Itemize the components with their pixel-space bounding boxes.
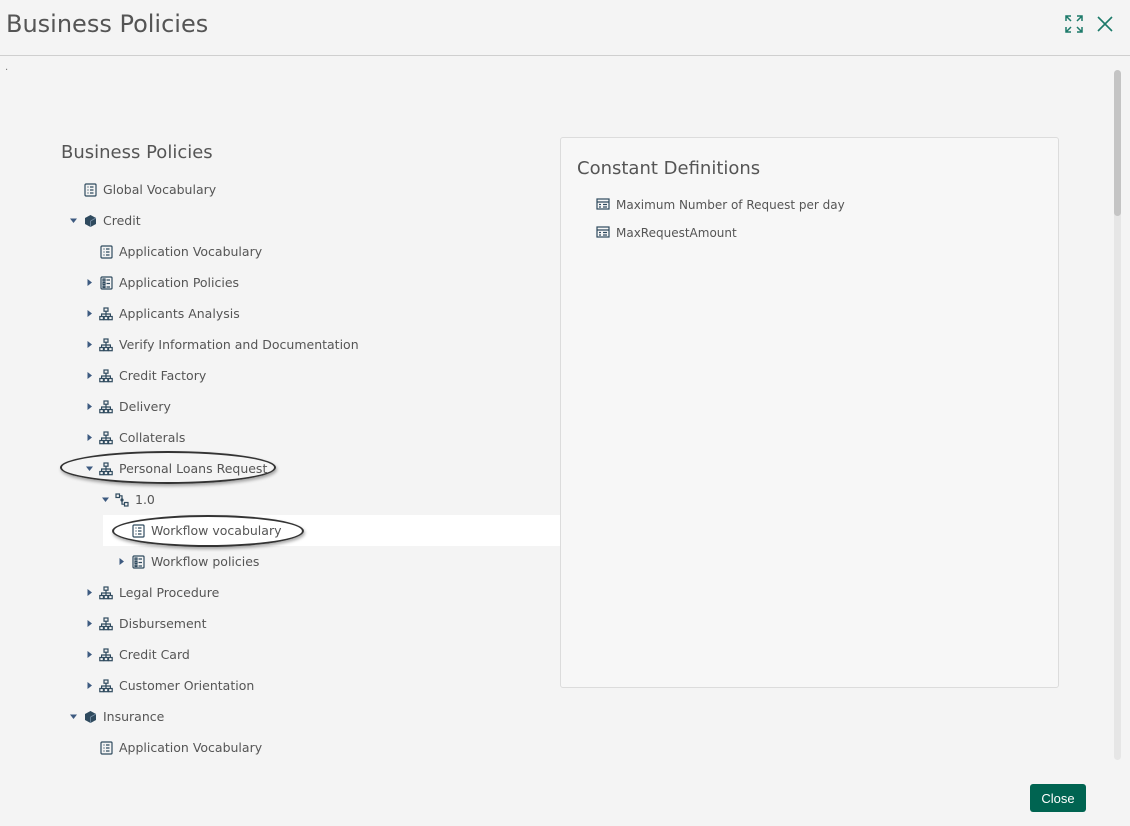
hierarchy-icon	[99, 647, 113, 662]
tree-item-label: Workflow policies	[151, 554, 260, 569]
hierarchy-icon	[99, 337, 113, 352]
hierarchy-icon	[99, 368, 113, 383]
tree-item[interactable]: Verify Information and Documentation	[83, 329, 359, 360]
tree-item-label: Collaterals	[119, 430, 186, 445]
collapsed-arrow-icon[interactable]	[83, 587, 95, 599]
constant-item-label: Maximum Number of Request per day	[616, 198, 845, 212]
collapsed-arrow-icon[interactable]	[83, 649, 95, 661]
tree-item[interactable]: Insurance	[67, 701, 164, 732]
tree-item-label: Delivery	[119, 399, 171, 414]
dialog-title: Business Policies	[6, 10, 209, 38]
tree-item[interactable]: Application Vocabulary	[83, 236, 262, 267]
collapsed-arrow-icon[interactable]	[83, 370, 95, 382]
tree-item[interactable]: Credit Factory	[83, 360, 206, 391]
tree-item-label: Global Vocabulary	[103, 182, 217, 197]
stray-dot: .	[5, 62, 9, 73]
vocabulary-icon	[83, 182, 97, 197]
expanded-arrow-icon[interactable]	[67, 711, 79, 723]
hierarchy-icon	[99, 306, 113, 321]
tree-item[interactable]: Applicants Analysis	[83, 298, 240, 329]
tree-item-label: Insurance	[103, 709, 165, 724]
constant-item-label: MaxRequestAmount	[616, 226, 737, 240]
tree-item-label: Applicants Analysis	[119, 306, 240, 321]
tree-item[interactable]: Legal Procedure	[83, 577, 219, 608]
expanded-arrow-icon[interactable]	[83, 463, 95, 475]
tree-item[interactable]: Delivery	[83, 391, 171, 422]
tree-title: Business Policies	[61, 142, 213, 163]
tree-item[interactable]: Workflow policies	[115, 546, 259, 577]
expand-icon	[1065, 15, 1083, 33]
tree-item[interactable]: Application Policies	[83, 267, 239, 298]
constant-item[interactable]: Maximum Number of Request per day	[596, 194, 845, 216]
panel-title: Constant Definitions	[577, 158, 761, 179]
expanded-arrow-icon[interactable]	[67, 215, 79, 227]
tree-item[interactable]: 1.0	[99, 484, 155, 515]
scrollbar-thumb[interactable]	[1114, 70, 1121, 216]
constant-icon	[596, 198, 610, 212]
collapsed-arrow-icon[interactable]	[83, 618, 95, 630]
tree-item-label: Credit	[103, 213, 141, 228]
tree-item-label: Application Policies	[119, 275, 240, 290]
hierarchy-icon	[99, 430, 113, 445]
tree-item[interactable]: Disbursement	[83, 608, 207, 639]
policies-icon	[99, 275, 113, 290]
tree-item[interactable]: Workflow vocabulary	[103, 515, 560, 546]
close-icon	[1097, 16, 1113, 32]
constant-item[interactable]: MaxRequestAmount	[596, 222, 737, 244]
vertical-scrollbar[interactable]	[1114, 70, 1121, 760]
hexagon-icon	[83, 214, 97, 228]
tree-item-label: Credit Card	[119, 647, 190, 662]
hierarchy-icon	[99, 585, 113, 600]
close-dialog-button[interactable]	[1093, 12, 1117, 36]
tree-item[interactable]: Credit Card	[83, 639, 190, 670]
tree-item[interactable]: Personal Loans Request	[83, 453, 267, 484]
tree-item-label: Legal Procedure	[119, 585, 220, 600]
close-button[interactable]: Close	[1030, 784, 1086, 812]
collapsed-arrow-icon[interactable]	[83, 308, 95, 320]
tree-item[interactable]: Application Vocabulary	[83, 732, 262, 763]
tree-item-label: Credit Factory	[119, 368, 207, 383]
tree-item-label: Application Vocabulary	[119, 244, 263, 259]
collapsed-arrow-icon[interactable]	[83, 277, 95, 289]
constant-definitions-panel: Constant Definitions Maximum Number of R…	[560, 137, 1059, 688]
tree-item[interactable]: Global Vocabulary	[67, 174, 216, 205]
tree-item-label: Personal Loans Request	[119, 461, 268, 476]
dialog-header: Business Policies	[0, 0, 1130, 56]
collapsed-arrow-icon[interactable]	[83, 339, 95, 351]
expanded-arrow-icon[interactable]	[99, 494, 111, 506]
version-icon	[115, 492, 129, 507]
hierarchy-icon	[99, 616, 113, 631]
hierarchy-icon	[99, 678, 113, 693]
hierarchy-icon	[99, 399, 113, 414]
collapsed-arrow-icon[interactable]	[83, 432, 95, 444]
tree-item-label: Customer Orientation	[119, 678, 255, 693]
hexagon-icon	[83, 710, 97, 724]
vocabulary-icon	[99, 244, 113, 259]
tree-item-label: Workflow vocabulary	[151, 523, 282, 538]
tree-item-label: 1.0	[135, 492, 155, 507]
tree-item-label: Verify Information and Documentation	[119, 337, 359, 352]
collapsed-arrow-icon[interactable]	[83, 680, 95, 692]
expand-button[interactable]	[1062, 12, 1086, 36]
tree-item[interactable]: Customer Orientation	[83, 670, 254, 701]
vocabulary-icon	[131, 523, 145, 538]
policies-icon	[131, 554, 145, 569]
tree-item-label: Disbursement	[119, 616, 207, 631]
collapsed-arrow-icon[interactable]	[83, 401, 95, 413]
hierarchy-icon	[99, 461, 113, 476]
tree-item-label: Application Vocabulary	[119, 740, 263, 755]
tree-item[interactable]: Collaterals	[83, 422, 185, 453]
constant-icon	[596, 226, 610, 240]
collapsed-arrow-icon[interactable]	[115, 556, 127, 568]
vocabulary-icon	[99, 740, 113, 755]
tree-item[interactable]: Credit	[67, 205, 141, 236]
